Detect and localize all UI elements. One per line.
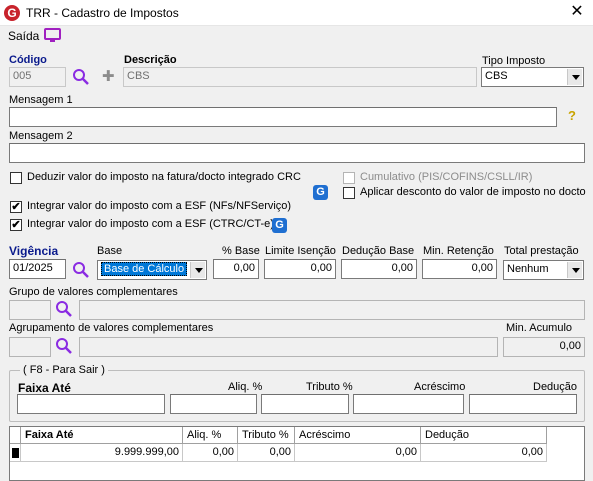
mensagem1-input[interactable] <box>9 107 557 127</box>
base-value: Base de Cálculo <box>101 262 188 276</box>
mensagem2-input[interactable] <box>9 143 585 163</box>
deducao-input[interactable] <box>469 394 577 414</box>
descricao-label: Descrição <box>124 54 177 66</box>
grupo-label: Grupo de valores complementares <box>9 286 178 298</box>
min-acumulo-input: 0,00 <box>503 337 585 357</box>
tributo-label: Tributo % <box>306 381 353 393</box>
grupo-desc-input <box>79 300 585 320</box>
total-prestacao-label: Total prestação <box>504 245 579 257</box>
row-indicator[interactable] <box>10 444 21 462</box>
grid-header-tributo[interactable]: Tributo % <box>238 427 295 444</box>
integrar-nfs-checkbox[interactable]: ✔ <box>10 201 22 213</box>
aplicar-desconto-checkbox[interactable] <box>343 187 355 199</box>
aliq-input[interactable] <box>170 394 257 414</box>
descricao-input[interactable]: CBS <box>123 67 477 87</box>
min-retencao-label: Min. Retenção <box>423 245 494 257</box>
grid-corner <box>10 427 21 444</box>
chevron-down-icon[interactable] <box>190 262 205 278</box>
aplicar-desconto-label: Aplicar desconto do valor de imposto no … <box>360 186 586 198</box>
deduzir-label: Deduzir valor do imposto na fatura/docto… <box>27 171 301 183</box>
faixa-ate-input[interactable] <box>17 394 165 414</box>
app-logo-icon: G <box>4 5 20 21</box>
codigo-search-icon[interactable] <box>72 68 90 89</box>
agrupamento-desc-input <box>79 337 498 357</box>
deducao-label: Dedução <box>533 381 578 393</box>
cumulativo-checkbox <box>343 172 355 184</box>
chevron-down-icon[interactable] <box>567 69 582 85</box>
table-cell[interactable]: 9.999.999,00 <box>21 444 183 462</box>
mensagem2-label: Mensagem 2 <box>9 130 73 142</box>
agrupamento-search-icon[interactable] <box>55 337 73 358</box>
table-cell[interactable]: 0,00 <box>295 444 421 462</box>
current-row-marker-icon <box>12 448 19 458</box>
acrescimo-input[interactable] <box>353 394 464 414</box>
deduzir-checkbox[interactable] <box>10 172 22 184</box>
deducao-base-input[interactable]: 0,00 <box>341 259 417 279</box>
tipo-imposto-label: Tipo Imposto <box>482 55 546 67</box>
base-select[interactable]: Base de Cálculo <box>97 260 207 280</box>
acrescimo-label: Acréscimo <box>414 381 466 393</box>
base-label: Base <box>97 245 123 257</box>
faixa-legend: ( F8 - Para Sair ) <box>20 364 108 376</box>
deducao-base-label: Dedução Base <box>342 245 415 257</box>
faixa-grid[interactable]: Faixa Até Aliq. % Tributo % Acréscimo De… <box>9 426 585 481</box>
integrar-ctrc-label: Integrar valor do imposto com a ESF (CTR… <box>27 218 274 230</box>
grid-header-aliq[interactable]: Aliq. % <box>183 427 238 444</box>
min-retencao-input[interactable]: 0,00 <box>422 259 497 279</box>
grid-header-deducao[interactable]: Dedução <box>421 427 547 444</box>
tributo-input[interactable] <box>261 394 349 414</box>
table-cell[interactable]: 0,00 <box>421 444 547 462</box>
vigencia-search-icon[interactable] <box>72 261 90 282</box>
grid-header-faixa-ate[interactable]: Faixa Até <box>21 427 183 444</box>
integrar-ctrc-checkbox[interactable]: ✔ <box>10 219 22 231</box>
table-cell[interactable]: 0,00 <box>238 444 295 462</box>
codigo-input[interactable]: 005 <box>9 67 66 87</box>
chevron-down-icon[interactable] <box>567 262 582 278</box>
total-prestacao-value: Nenhum <box>507 263 549 275</box>
grupo-code-input <box>9 300 51 320</box>
title-bar: G TRR - Cadastro de Impostos ✕ <box>0 0 593 26</box>
mensagem1-label: Mensagem 1 <box>9 94 73 106</box>
esf-ctrc-g-icon[interactable]: G <box>272 218 287 233</box>
tipo-imposto-value: CBS <box>485 70 508 82</box>
limite-isencao-input[interactable]: 0,00 <box>264 259 336 279</box>
limite-isencao-label: Limite Isenção <box>265 245 336 257</box>
vigencia-input[interactable]: 01/2025 <box>9 259 66 279</box>
help-icon[interactable]: ? <box>568 108 576 123</box>
agrupamento-code-input <box>9 337 51 357</box>
pct-base-label: % Base <box>222 245 260 257</box>
esf-g-icon[interactable]: G <box>313 185 328 200</box>
total-prestacao-select[interactable]: Nenhum <box>503 260 584 280</box>
faixa-ate-label: Faixa Até <box>18 381 71 395</box>
min-acumulo-label: Min. Acumulo <box>506 322 573 334</box>
tipo-imposto-select[interactable]: CBS <box>481 67 584 87</box>
table-cell[interactable]: 0,00 <box>183 444 238 462</box>
grid-header-acrescimo[interactable]: Acréscimo <box>295 427 421 444</box>
grupo-search-icon[interactable] <box>55 300 73 321</box>
add-icon[interactable]: ✚ <box>102 67 115 85</box>
aliq-label: Aliq. % <box>228 381 263 393</box>
cumulativo-label: Cumulativo (PIS/COFINS/CSLL/IR) <box>360 171 533 183</box>
window-title: TRR - Cadastro de Impostos <box>26 6 179 20</box>
integrar-nfs-label: Integrar valor do imposto com a ESF (NFs… <box>27 200 292 212</box>
pct-base-input[interactable]: 0,00 <box>213 259 259 279</box>
vigencia-label: Vigência <box>9 244 59 258</box>
close-icon[interactable]: ✕ <box>569 4 585 20</box>
saida-menu[interactable]: Saída <box>8 29 39 43</box>
monitor-icon[interactable] <box>44 28 61 46</box>
agrupamento-label: Agrupamento de valores complementares <box>9 322 214 334</box>
codigo-label: Código <box>9 54 47 66</box>
